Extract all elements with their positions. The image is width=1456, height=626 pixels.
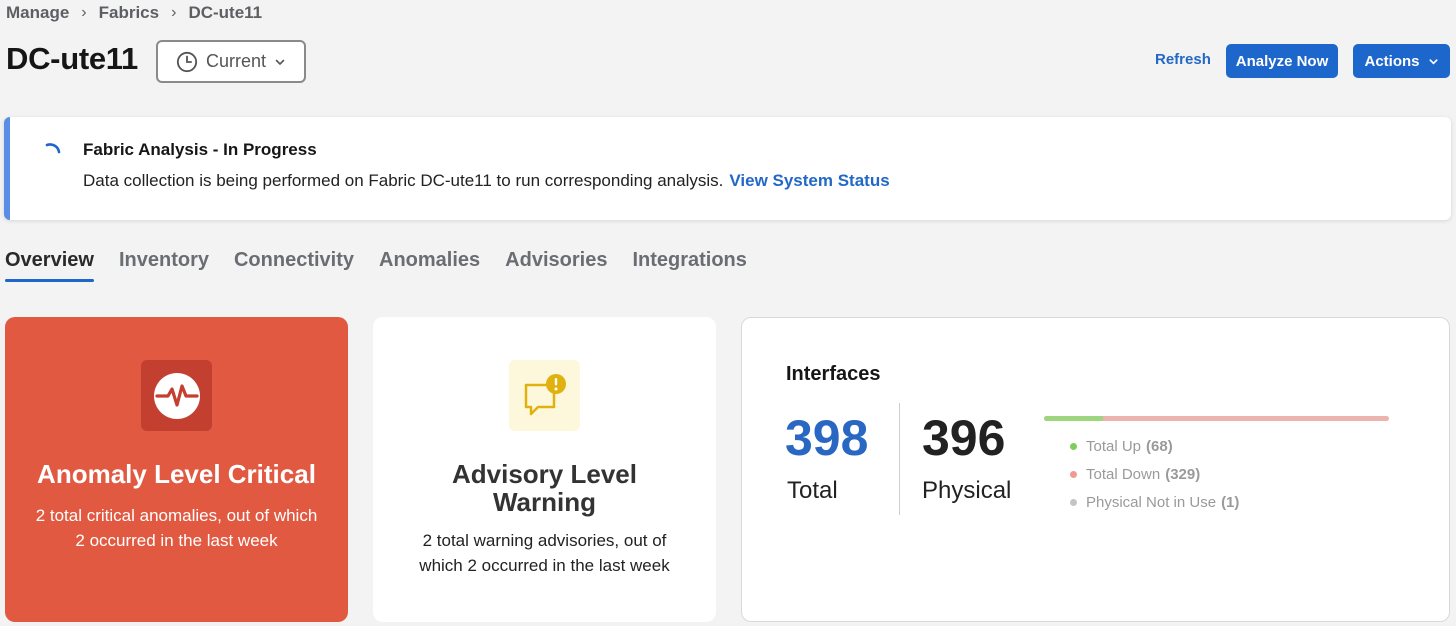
interfaces-card: Interfaces 398 Total 396 Physical Total … — [741, 317, 1450, 622]
view-system-status-link[interactable]: View System Status — [729, 171, 889, 190]
legend-count: (68) — [1146, 437, 1173, 455]
legend-item-total-up: Total Up (68) — [1070, 432, 1239, 460]
legend-item-total-down: Total Down (329) — [1070, 460, 1239, 488]
message-alert-icon — [524, 373, 566, 415]
status-dot-icon — [1070, 498, 1077, 506]
analyze-now-button[interactable]: Analyze Now — [1226, 44, 1338, 78]
page-title: DC-ute11 — [6, 41, 138, 76]
interfaces-title: Interfaces — [786, 363, 881, 385]
status-dot-icon — [1070, 442, 1077, 450]
anomaly-icon-box — [141, 360, 212, 431]
anomaly-level-card[interactable]: Anomaly Level Critical 2 total critical … — [5, 317, 348, 622]
breadcrumb-fabrics[interactable]: Fabrics — [99, 3, 159, 23]
chevron-right-icon: › — [81, 4, 87, 21]
advisory-level-description: 2 total warning advisories, out of which… — [419, 531, 670, 575]
chevron-down-icon — [1428, 58, 1438, 65]
clock-icon — [176, 51, 198, 72]
legend-count: (329) — [1165, 465, 1201, 483]
spinner-icon — [45, 143, 61, 154]
advisory-level-title: Advisory Level Warning — [452, 459, 637, 517]
tab-overview[interactable]: Overview — [5, 249, 94, 282]
legend-label: Total Up — [1086, 437, 1142, 455]
banner-title: Fabric Analysis - In Progress — [83, 140, 317, 159]
interfaces-status-bar — [1044, 416, 1389, 421]
interfaces-total-label: Total — [787, 477, 838, 504]
chevron-down-icon — [275, 59, 285, 65]
time-range-select[interactable]: Current — [156, 40, 306, 83]
status-dot-icon — [1070, 470, 1077, 478]
tab-integrations[interactable]: Integrations — [632, 249, 746, 282]
tab-advisories[interactable]: Advisories — [505, 249, 607, 282]
analysis-status-banner: Fabric Analysis - In Progress Data colle… — [4, 117, 1451, 220]
tab-bar: Overview Inventory Connectivity Anomalie… — [5, 249, 772, 282]
interfaces-physical-label: Physical — [922, 477, 1012, 504]
advisory-icon-box — [509, 360, 580, 431]
advisory-level-card[interactable]: Advisory Level Warning 2 total warning a… — [373, 317, 716, 622]
actions-button[interactable]: Actions — [1353, 44, 1450, 78]
interfaces-physical-count: 396 — [922, 410, 1006, 466]
anomaly-level-description: 2 total critical anomalies, out of which… — [35, 506, 318, 550]
banner-message-text: Data collection is being performed on Fa… — [83, 171, 724, 190]
anomaly-level-title: Anomaly Level Critical — [37, 459, 316, 489]
pulse-icon — [153, 372, 200, 419]
legend-label: Physical Not in Use — [1086, 493, 1217, 511]
legend-item-not-in-use: Physical Not in Use (1) — [1070, 488, 1239, 516]
chevron-right-icon: › — [171, 4, 177, 21]
time-range-value: Current — [206, 51, 267, 71]
breadcrumb-manage[interactable]: Manage — [6, 3, 69, 23]
interfaces-total-count[interactable]: 398 — [785, 409, 868, 467]
legend-count: (1) — [1221, 493, 1240, 511]
refresh-link[interactable]: Refresh — [1155, 51, 1211, 68]
breadcrumb-current: DC-ute11 — [188, 3, 263, 22]
interfaces-legend: Total Up (68) Total Down (329) Physical … — [1070, 432, 1239, 516]
banner-message: Data collection is being performed on Fa… — [83, 171, 890, 191]
interfaces-up-fill — [1044, 416, 1103, 421]
tab-connectivity[interactable]: Connectivity — [234, 249, 354, 282]
tab-inventory[interactable]: Inventory — [119, 249, 209, 282]
breadcrumb: Manage › Fabrics › DC-ute11 — [6, 3, 262, 23]
actions-label: Actions — [1364, 52, 1420, 70]
divider — [899, 403, 900, 515]
tab-anomalies[interactable]: Anomalies — [379, 249, 480, 282]
legend-label: Total Down — [1086, 465, 1161, 483]
